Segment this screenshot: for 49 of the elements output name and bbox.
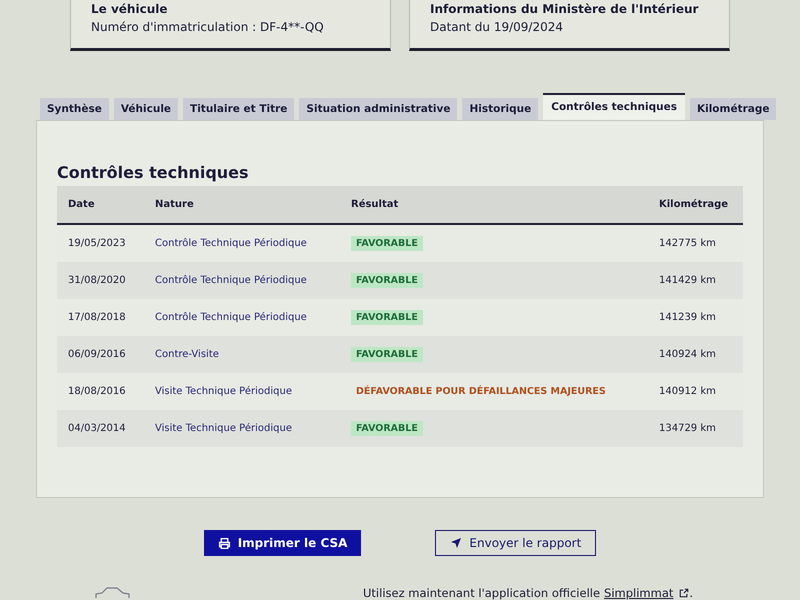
tab[interactable]: Contrôles techniques — [543, 93, 685, 120]
nature-cell-text: Visite Technique Périodique — [155, 423, 293, 434]
send-icon — [450, 537, 462, 549]
tab[interactable]: Véhicule — [114, 98, 178, 120]
column-header: Résultat — [351, 199, 400, 210]
send-button[interactable]: Envoyer le rapport — [435, 530, 596, 556]
mileage-cell-text: 134729 km — [659, 423, 717, 434]
card-text: Numéro d'immatriculation : DF-4**-QQ — [91, 20, 325, 34]
nature-cell-text: Contre-Visite — [155, 349, 220, 360]
footer-text: Utilisez maintenant l'application officielle — [363, 586, 600, 600]
mileage-cell-text: 140912 km — [659, 386, 717, 397]
app-link[interactable]: Simplimmat — [604, 586, 674, 600]
footer-period: . — [689, 586, 694, 600]
result-badge: FAVORABLE — [351, 236, 423, 251]
mileage-cell-text: 141429 km — [659, 275, 717, 286]
date-cell-text: 18/08/2016 — [68, 386, 127, 397]
car-drawing — [95, 587, 131, 599]
date-cell-text: 04/03/2014 — [68, 423, 127, 434]
result-badge: FAVORABLE — [351, 421, 423, 436]
column-header: Date — [68, 199, 96, 210]
result-badge: FAVORABLE — [351, 347, 423, 362]
result-label: DÉFAVORABLE POUR DÉFAILLANCES MAJEURES — [355, 384, 607, 399]
tab[interactable]: Historique — [462, 98, 538, 120]
nature-cell-text: Contrôle Technique Périodique — [155, 312, 308, 323]
mileage-cell-text: 141239 km — [659, 312, 717, 323]
tab[interactable]: Synthèse — [40, 98, 109, 120]
print-button[interactable]: Imprimer le CSA — [204, 530, 362, 556]
card-text: Datant du 19/09/2024 — [430, 20, 564, 34]
date-cell-text: 17/08/2018 — [68, 312, 127, 323]
tab[interactable]: Titulaire et Titre — [183, 98, 294, 120]
tab[interactable]: Kilométrage — [690, 98, 776, 120]
date-cell-text: 19/05/2023 — [68, 238, 127, 249]
column-header: Nature — [155, 199, 195, 210]
date-cell-text: 06/09/2016 — [68, 349, 127, 360]
result-badge: FAVORABLE — [351, 310, 423, 325]
tab[interactable]: Situation administrative — [299, 98, 458, 120]
mileage-cell-text: 142775 km — [659, 238, 717, 249]
external-link-icon — [679, 588, 690, 598]
date-cell-text: 31/08/2020 — [68, 275, 127, 286]
section-title: Contrôles techniques — [57, 163, 250, 182]
nature-cell-text: Visite Technique Périodique — [155, 386, 293, 397]
nature-cell-text: Contrôle Technique Périodique — [155, 275, 308, 286]
mileage-cell-text: 140924 km — [659, 349, 717, 360]
printer-icon — [218, 536, 231, 550]
card-title: Le véhicule — [91, 2, 168, 16]
nature-cell-text: Contrôle Technique Périodique — [155, 238, 308, 249]
column-header: Kilométrage — [659, 199, 730, 210]
result-badge: FAVORABLE — [351, 273, 423, 288]
card-title: Informations du Ministère de l'Intérieur — [430, 2, 700, 16]
